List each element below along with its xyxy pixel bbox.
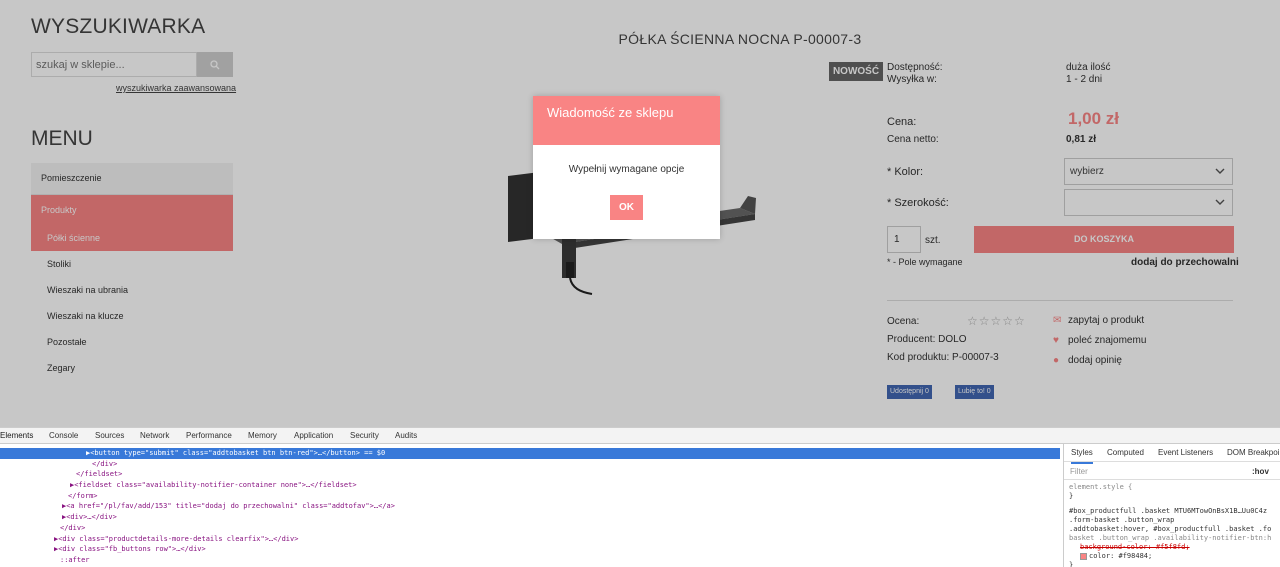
tab-security[interactable]: Security <box>350 428 379 444</box>
dom-node[interactable]: ▶<fieldset class="availability-notifier-… <box>0 480 1060 491</box>
store-page: WYSZUKIWARKA wyszukiwarka zaawansowana M… <box>0 0 1280 427</box>
dom-node[interactable]: ▶<a href="/pl/fav/add/153" title="dodaj … <box>0 501 1060 512</box>
tab-sources[interactable]: Sources <box>95 428 124 444</box>
dom-node[interactable]: </fieldset> <box>0 469 1060 480</box>
dom-node[interactable]: </form> <box>0 491 1060 502</box>
devtools-tab-bar: Elements Console Sources Network Perform… <box>0 428 1280 444</box>
tab-performance[interactable]: Performance <box>186 428 232 444</box>
styles-filter-input[interactable]: Filter <box>1070 467 1088 476</box>
ok-button[interactable]: OK <box>610 195 643 220</box>
tab-dom-breakpoints[interactable]: DOM Breakpoi <box>1227 444 1279 462</box>
style-rule-selector: basket .button_wrap .availability-notifi… <box>1069 534 1272 542</box>
dom-node[interactable]: </div> <box>0 523 1060 534</box>
tab-console[interactable]: Console <box>49 428 78 444</box>
tab-elements[interactable]: Elements <box>0 428 33 444</box>
dom-node-selected[interactable]: ▶<button type="submit" class="addtobaske… <box>0 448 1060 459</box>
message-dialog: Wiadomość ze sklepu Wypełnij wymagane op… <box>533 96 720 239</box>
dom-node[interactable]: ▶<div class="productdetails-more-details… <box>0 534 1060 545</box>
styles-filter-row: Filter :hov <box>1064 462 1280 480</box>
style-property-background[interactable]: background-color: #f5f8fd; <box>1064 543 1280 552</box>
styles-pane: Styles Computed Event Listeners DOM Brea… <box>1063 444 1280 567</box>
style-rule-selector: #box_productfull .basket MTU6MTowOnBsX1B… <box>1069 507 1268 515</box>
style-rule-selector: .form-basket .button_wrap <box>1069 516 1175 524</box>
devtools-panel: Elements Console Sources Network Perform… <box>0 427 1280 567</box>
tab-styles[interactable]: Styles <box>1071 444 1093 464</box>
hover-state-toggle[interactable]: :hov <box>1252 467 1269 476</box>
dialog-message: Wypełnij wymagane opcje <box>568 164 685 175</box>
styles-tab-bar: Styles Computed Event Listeners DOM Brea… <box>1064 444 1280 464</box>
tab-memory[interactable]: Memory <box>248 428 277 444</box>
style-rule-line: } <box>1069 492 1074 500</box>
tab-application[interactable]: Application <box>294 428 333 444</box>
tab-network[interactable]: Network <box>140 428 169 444</box>
color-swatch[interactable] <box>1080 552 1087 560</box>
dialog-title: Wiadomość ze sklepu <box>533 96 720 145</box>
dom-node[interactable]: ▶<div>…</div> <box>0 512 1060 523</box>
elements-tree: ▶<button type="submit" class="addtobaske… <box>0 448 1060 567</box>
dom-node[interactable]: ▶<div class="fb_buttons row">…</div> <box>0 544 1060 555</box>
style-rule-line: } <box>1069 561 1074 567</box>
style-rule-line: element.style { <box>1069 483 1133 491</box>
tab-computed[interactable]: Computed <box>1107 444 1144 462</box>
dom-node[interactable]: </div> <box>0 459 1060 470</box>
tab-audits[interactable]: Audits <box>395 428 417 444</box>
style-rule-selector: .addtobasket:hover, #box_productfull .ba… <box>1069 525 1272 533</box>
tab-event-listeners[interactable]: Event Listeners <box>1158 444 1213 462</box>
style-property-color[interactable]: color: #f98484; <box>1064 552 1280 561</box>
dom-node[interactable]: ::after <box>0 555 1060 566</box>
style-property-color-text: color: #f98484; <box>1089 552 1153 560</box>
